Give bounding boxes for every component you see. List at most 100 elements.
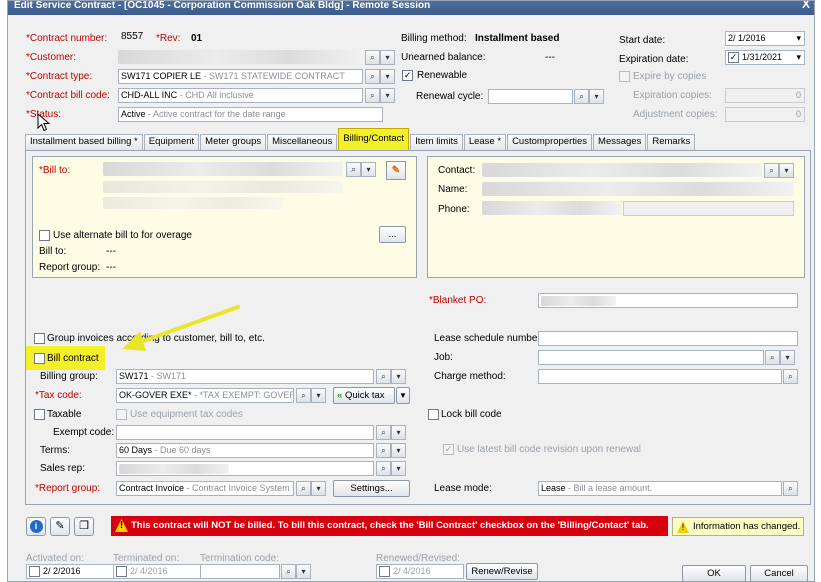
charge-method-field[interactable]	[538, 369, 782, 384]
tax-code-lookup[interactable]: ⌕ ▾	[296, 388, 326, 403]
activated-on-checkbox[interactable]	[29, 566, 40, 578]
name-field[interactable]	[482, 182, 794, 196]
exempt-code-field[interactable]	[116, 425, 374, 440]
billing-group-field[interactable]: SW171 - SW171	[116, 369, 374, 384]
phone-field[interactable]	[482, 201, 622, 215]
lease-schedule-label: Lease schedule number:	[434, 333, 544, 344]
taxable-checkbox[interactable]	[34, 409, 45, 420]
lock-bill-code-checkbox[interactable]	[428, 409, 439, 420]
contact-field[interactable]	[482, 163, 762, 177]
expiration-date-field[interactable]: ✓ 1/31/2021 ▾	[725, 50, 805, 65]
renewable-label: Renewable	[417, 70, 468, 81]
tab-meter-groups[interactable]: Meter groups	[200, 134, 267, 150]
bill-code-lookup[interactable]: ⌕ ▾	[365, 88, 395, 103]
billing-method-value: Installment based	[475, 33, 560, 44]
expire-by-copies-label: Expire by copies	[633, 71, 707, 82]
cancel-button[interactable]: Cancel	[750, 565, 808, 581]
blanket-po-field[interactable]	[538, 293, 798, 308]
warning-text: This contract will NOT be billed. To bil…	[131, 520, 649, 531]
activated-on-label: Activated on:	[26, 553, 84, 564]
group-invoices-checkbox[interactable]	[34, 333, 45, 344]
terminated-on-checkbox[interactable]	[116, 566, 127, 578]
contact-lookup[interactable]: ⌕ ▾	[764, 163, 794, 178]
sales-rep-lookup[interactable]: ⌕ ▾	[376, 461, 406, 476]
expiration-date-dropdown-icon[interactable]: ▾	[796, 51, 804, 64]
attachment-icon[interactable]: ✎	[50, 517, 70, 536]
tab-miscellaneous[interactable]: Miscellaneous	[267, 134, 338, 150]
lease-mode-desc: - Bill a lease amount.	[565, 483, 653, 493]
report-group2-field[interactable]: Contract Invoice - Contract Invoice Syst…	[116, 481, 294, 496]
use-latest-checkbox[interactable]: ✓	[443, 444, 454, 455]
bill-contract-checkbox[interactable]	[34, 353, 45, 364]
bill-to-field[interactable]	[103, 162, 343, 176]
lock-bill-code-label: Lock bill code	[441, 409, 502, 420]
close-icon[interactable]: X	[802, 1, 810, 10]
expiration-copies-field[interactable]: 0	[725, 88, 805, 103]
tab-remarks[interactable]: Remarks	[647, 134, 696, 150]
customer-label: *Customer:	[26, 52, 77, 63]
tab-equipment[interactable]: Equipment	[143, 134, 200, 150]
info-button[interactable]: i	[26, 517, 46, 536]
lease-schedule-field[interactable]	[538, 331, 798, 346]
bill-code-field[interactable]: CHD-ALL INC - CHD All inclusive	[118, 88, 363, 103]
tab-lease[interactable]: Lease *	[463, 134, 507, 150]
renewed-field[interactable]: 2/ 4/2016	[376, 564, 464, 579]
charge-method-lookup[interactable]: ⌕	[783, 369, 798, 384]
quick-tax-dropdown-icon[interactable]: ▼	[396, 387, 410, 404]
sales-rep-field[interactable]	[116, 461, 374, 476]
ok-button[interactable]: OK	[682, 565, 746, 581]
tab-installment[interactable]: Installment based billing *	[25, 134, 143, 150]
contract-number-value: 8557	[121, 31, 144, 42]
expiration-date-label: Expiration date:	[619, 54, 689, 65]
name-label: Name:	[438, 184, 468, 195]
terminated-on-field[interactable]: 2/ 4/2016	[113, 564, 201, 579]
contract-type-lookup[interactable]: ⌕ ▾	[365, 69, 395, 84]
renewed-checkbox[interactable]	[379, 566, 390, 578]
customer-lookup[interactable]: ⌕ ▾	[365, 50, 395, 65]
tab-item-limits[interactable]: Item limits	[410, 134, 463, 150]
report-group2-lookup[interactable]: ⌕ ▾	[296, 481, 326, 496]
lease-mode-lookup[interactable]: ⌕	[783, 481, 798, 496]
lease-mode-field[interactable]: Lease - Bill a lease amount.	[538, 481, 782, 496]
tab-messages[interactable]: Messages	[593, 134, 647, 150]
expire-by-copies-checkbox[interactable]	[619, 71, 630, 82]
use-alternate-label: Use alternate bill to for overage	[53, 230, 192, 241]
customer-field[interactable]	[118, 50, 363, 64]
edit-pencil-icon[interactable]: ✎	[386, 161, 406, 180]
billing-group-value: SW171	[119, 371, 149, 381]
contract-type-field[interactable]: SW171 COPIER LE - SW171 STATEWIDE CONTRA…	[118, 69, 363, 84]
termination-code-field[interactable]	[200, 564, 280, 579]
billing-group-label: Billing group:	[40, 371, 98, 382]
activated-on-field[interactable]: 2/ 2/2016	[26, 564, 116, 579]
settings-button[interactable]: Settings...	[333, 480, 410, 497]
exempt-code-lookup[interactable]: ⌕ ▾	[376, 425, 406, 440]
expiration-date-checkbox[interactable]: ✓	[728, 52, 739, 64]
alternate-bill-to-button[interactable]: ...	[379, 226, 406, 243]
job-lookup[interactable]: ⌕ ▾	[765, 350, 795, 365]
tab-billing-contact[interactable]: Billing/Contact	[338, 128, 410, 150]
terms-lookup[interactable]: ⌕ ▾	[376, 443, 406, 458]
adjustment-copies-field[interactable]: 0	[725, 107, 805, 122]
billing-group-lookup[interactable]: ⌕ ▾	[376, 369, 406, 384]
terminated-on-value: 2/ 4/2016	[130, 566, 168, 576]
status-field[interactable]: Active - Active contract for the date ra…	[118, 107, 383, 122]
use-equipment-tax-checkbox[interactable]	[116, 409, 127, 420]
renewable-checkbox[interactable]: ✓	[402, 70, 413, 81]
start-date-field[interactable]: 2/ 1/2016 ▾	[725, 31, 805, 46]
use-alternate-checkbox[interactable]	[39, 230, 50, 241]
renewal-cycle-lookup[interactable]: ⌕ ▾	[574, 89, 604, 104]
bill-to-lookup[interactable]: ⌕ ▾	[346, 162, 376, 177]
phone-extension-field[interactable]	[623, 201, 794, 216]
copy-icon[interactable]: ❐	[74, 517, 94, 536]
quick-tax-button[interactable]: « Quick tax	[333, 387, 395, 404]
tax-code-value: OK-GOVER EXE*	[119, 390, 192, 400]
renew-revise-button[interactable]: Renew/Revise	[466, 563, 538, 580]
tab-customproperties[interactable]: Customproperties	[507, 134, 593, 150]
termination-code-lookup[interactable]: ⌕ ▾	[281, 564, 311, 579]
job-field[interactable]	[538, 350, 764, 365]
terms-field[interactable]: 60 Days - Due 60 days	[116, 443, 374, 458]
renewal-cycle-field[interactable]	[488, 89, 573, 104]
start-date-dropdown-icon[interactable]: ▾	[796, 32, 804, 45]
start-date-label: Start date:	[619, 35, 666, 46]
tax-code-field[interactable]: OK-GOVER EXE* - *TAX EXEMPT: GOVERNME	[116, 388, 294, 403]
